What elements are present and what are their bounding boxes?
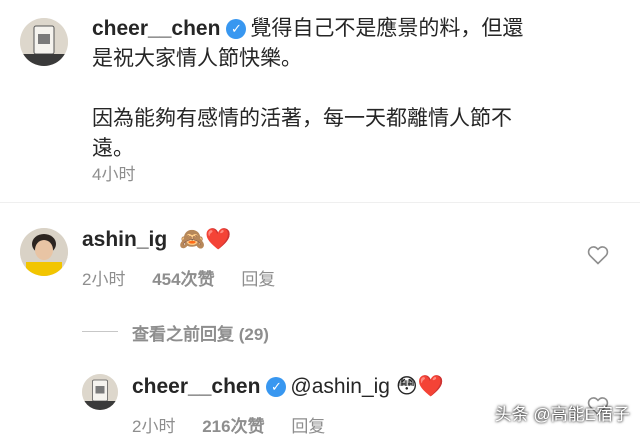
caption-line-2: 是祝大家情人節快樂。: [92, 47, 302, 70]
caption-line-1: 覺得自己不是應景的料，但還: [250, 17, 524, 40]
avatar-image: [20, 18, 68, 66]
post-avatar[interactable]: [20, 18, 68, 66]
heart-emoji-icon: ❤️: [205, 227, 232, 251]
watermark: 头条 @高能E宿子: [494, 405, 630, 424]
view-previous-replies-button[interactable]: 查看之前回复 (29): [132, 320, 269, 345]
post-username[interactable]: cheer__chen: [92, 17, 220, 40]
verified-badge-icon: ✓: [226, 19, 247, 39]
comment-reply-button[interactable]: 回复: [241, 270, 275, 289]
caption-line-4: 遠。: [92, 137, 134, 160]
comment-text: ashin_ig 🙈❤️: [82, 224, 231, 255]
comment-username[interactable]: ashin_ig: [82, 228, 167, 251]
reply-mention[interactable]: @ashin_ig: [290, 375, 390, 398]
reply-meta: 2小时 216次赞 回复: [132, 412, 347, 437]
reply-likes[interactable]: 216次赞: [202, 417, 264, 436]
reply-reply-button[interactable]: 回复: [291, 417, 325, 436]
verified-badge-icon: ✓: [266, 377, 287, 397]
post-caption: cheer__chen ✓ 覺得自己不是應景的料，但還 是祝大家情人節快樂。 因為能…: [92, 14, 592, 164]
reply-avatar[interactable]: [82, 374, 118, 410]
comment-likes[interactable]: 454次赞: [152, 270, 214, 289]
reply-username[interactable]: cheer__chen: [132, 375, 260, 398]
comment-meta: 2小时 454次赞 回复: [82, 265, 297, 290]
comment-avatar[interactable]: [20, 228, 68, 276]
avatar-image: [20, 228, 68, 276]
view-replies-line: [82, 331, 118, 332]
reply-text: cheer__chen ✓ @ashin_ig 😳❤️: [132, 371, 444, 402]
caption-line-3: 因為能夠有感情的活著，每一天都離情人節不: [92, 107, 512, 130]
post-time: 4小时: [92, 165, 136, 184]
divider: [0, 202, 640, 203]
avatar-image: [82, 374, 118, 410]
comment-time: 2小时: [82, 270, 126, 289]
see-no-evil-monkey-icon: 🙈: [179, 227, 206, 251]
reply-time: 2小时: [132, 417, 176, 436]
heart-emoji-icon: ❤️: [417, 374, 444, 398]
flushed-face-icon: 😳: [395, 374, 418, 398]
like-heart-icon[interactable]: [586, 243, 610, 267]
